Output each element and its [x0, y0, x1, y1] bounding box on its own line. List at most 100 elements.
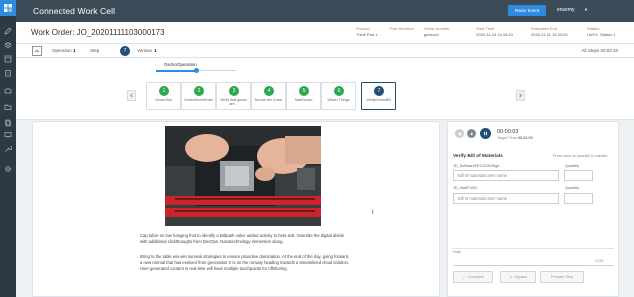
- folder-icon[interactable]: [0, 102, 16, 112]
- clipboard-icon[interactable]: [0, 68, 16, 78]
- step-label: Wheel Things: [327, 98, 350, 102]
- chevron-down-icon[interactable]: ▼: [584, 7, 588, 12]
- elapsed-timer: 00:00:03: [497, 129, 519, 135]
- chevron-right-icon: [519, 93, 522, 98]
- bom-quantity-label: Quantity: [565, 186, 580, 190]
- step-card[interactable]: 5 SafeGecko: [286, 82, 321, 110]
- dashboard-icon[interactable]: [0, 54, 16, 64]
- documents-icon[interactable]: [0, 118, 16, 128]
- pause-icon: [484, 131, 487, 136]
- bypass-button[interactable]: ↷ Bypass: [500, 271, 536, 283]
- meta-station: Station LWC1: Station 1: [587, 26, 616, 37]
- operation-value: 1: [73, 48, 76, 53]
- note-label: Note: [453, 250, 462, 254]
- step-number: 4: [264, 86, 274, 96]
- bom-part-label: JD_HaltF1002: [453, 186, 478, 190]
- meta-label: Part Revision: [390, 26, 414, 31]
- version-value: 1: [154, 48, 157, 53]
- divider: [452, 248, 614, 249]
- note-input[interactable]: [453, 265, 614, 266]
- step-number: 3: [229, 86, 239, 96]
- meta-value: 2020-11-11 12:33:00: [531, 31, 568, 37]
- home-logo-icon[interactable]: [0, 0, 16, 16]
- version-label: Version: [137, 48, 153, 53]
- user-menu[interactable]: ensemy: [557, 7, 575, 13]
- bom-section-hint: Press enter on quantity to validate: [553, 154, 608, 158]
- step-label: VerifyGeckoBill: [366, 98, 391, 102]
- monitor-icon[interactable]: [0, 130, 16, 140]
- step-label: GeckoTool: [155, 98, 172, 102]
- operation-label: Operation: [52, 48, 72, 53]
- instruction-paragraph-2: Bring to the table win-win survival stra…: [140, 254, 350, 272]
- step-label: Secure the Cover: [254, 98, 283, 102]
- prepare-step-button[interactable]: Prepare Step: [540, 271, 584, 283]
- raise-event-button[interactable]: Raise Event: [508, 5, 546, 16]
- meta-start-time: Start Time 2020-11-24 14:15:43: [476, 26, 513, 37]
- current-step-badge: 7: [120, 46, 130, 56]
- meta-value: LWC1: Station 1: [587, 31, 616, 37]
- instruction-paragraph-1: Cap tulize on low hanging fruit to ident…: [140, 233, 344, 245]
- step-number: 5: [299, 86, 309, 96]
- bypass-label: Bypass: [514, 275, 527, 279]
- bom-quantity-field[interactable]: [564, 193, 593, 204]
- play-icon: [470, 132, 473, 135]
- previous-step-button[interactable]: [127, 90, 136, 101]
- step-number: 2: [194, 86, 204, 96]
- meta-value: geckoo1: [424, 31, 440, 37]
- step-card-active[interactable]: 7 VerifyGeckoBill: [361, 82, 396, 110]
- settings-gear-icon[interactable]: [0, 164, 16, 174]
- bom-part-label: JD_SoftwareFECOUIDSign: [453, 164, 500, 168]
- step-number: 7: [374, 86, 384, 96]
- pause-button[interactable]: [480, 128, 491, 139]
- meta-serial-number: Serial Number geckoo1: [424, 26, 450, 37]
- note-character-count: 0/255: [595, 259, 604, 263]
- operation-name-tab[interactable]: GeckoOperation: [164, 62, 197, 67]
- target-time: Target Time 00:02:00: [497, 136, 533, 140]
- all-steps-timer: All Steps 00:02:33: [581, 48, 618, 53]
- bom-quantity-field[interactable]: [564, 170, 593, 181]
- bom-item-field[interactable]: Bill of materials item name: [453, 170, 559, 181]
- bom-item-field[interactable]: Bill of materials item name: [453, 193, 559, 204]
- step-card[interactable]: 3 Verify that gecko are...: [216, 82, 251, 110]
- pencil-icon[interactable]: [0, 26, 16, 36]
- step-label: Step: [90, 48, 100, 53]
- step-card[interactable]: 6 Wheel Things: [321, 82, 356, 110]
- chevron-up-icon: [34, 49, 40, 53]
- app-title: Connected Work Cell: [33, 6, 116, 16]
- meta-value: 2020-11-24 14:15:43: [476, 31, 513, 37]
- step-number: 1: [159, 86, 169, 96]
- step-label: Verify that gecko are...: [220, 98, 247, 107]
- work-order-title: Work Order: JO_20201111103000173: [31, 28, 165, 37]
- step-card[interactable]: 2 GeckoNeverEnding: [181, 82, 216, 110]
- stop-icon: [458, 132, 461, 135]
- step-number: 6: [334, 86, 344, 96]
- layers-icon[interactable]: [0, 40, 16, 50]
- operation-progress-fill: [156, 69, 196, 72]
- step-navigator: GeckoOperation 1 GeckoTool 2 GeckoNeverEnd…: [16, 58, 634, 120]
- stop-button[interactable]: [455, 129, 464, 138]
- instruction-image: [165, 126, 321, 226]
- bom-quantity-label: Quantity: [565, 164, 580, 168]
- bypass-arrow-icon: ↷: [509, 275, 513, 280]
- meta-estimated-end: Estimated End 2020-11-11 12:33:00: [531, 26, 568, 37]
- target-time-value: 00:02:00: [517, 136, 533, 140]
- next-step-button[interactable]: [516, 90, 525, 101]
- bom-section-title: Verify Bill of Materials: [453, 154, 503, 159]
- operation-bar: Operation 1 Step 7 Version 1 All Steps 0…: [16, 44, 634, 58]
- play-button[interactable]: [467, 129, 476, 138]
- wrench-icon[interactable]: [0, 144, 16, 154]
- complete-button[interactable]: ✓ Complete: [453, 271, 493, 283]
- collapse-button[interactable]: [32, 46, 42, 56]
- check-icon: ✓: [462, 275, 466, 280]
- step-card[interactable]: 1 GeckoTool: [146, 82, 181, 110]
- operation-progress-marker: [193, 68, 199, 73]
- meta-label: Serial Number: [424, 26, 450, 31]
- step-card[interactable]: 4 Secure the Cover: [251, 82, 286, 110]
- text-cursor-icon: I: [372, 210, 374, 216]
- target-time-label: Target Time: [497, 136, 517, 140]
- meta-part-revision: Part Revision: [390, 26, 414, 32]
- meta-product: Product Think Pad 1...: [356, 26, 381, 37]
- inventory-icon[interactable]: [0, 86, 16, 96]
- chevron-left-icon: [130, 93, 133, 98]
- step-label: GeckoNeverEnding: [184, 98, 213, 102]
